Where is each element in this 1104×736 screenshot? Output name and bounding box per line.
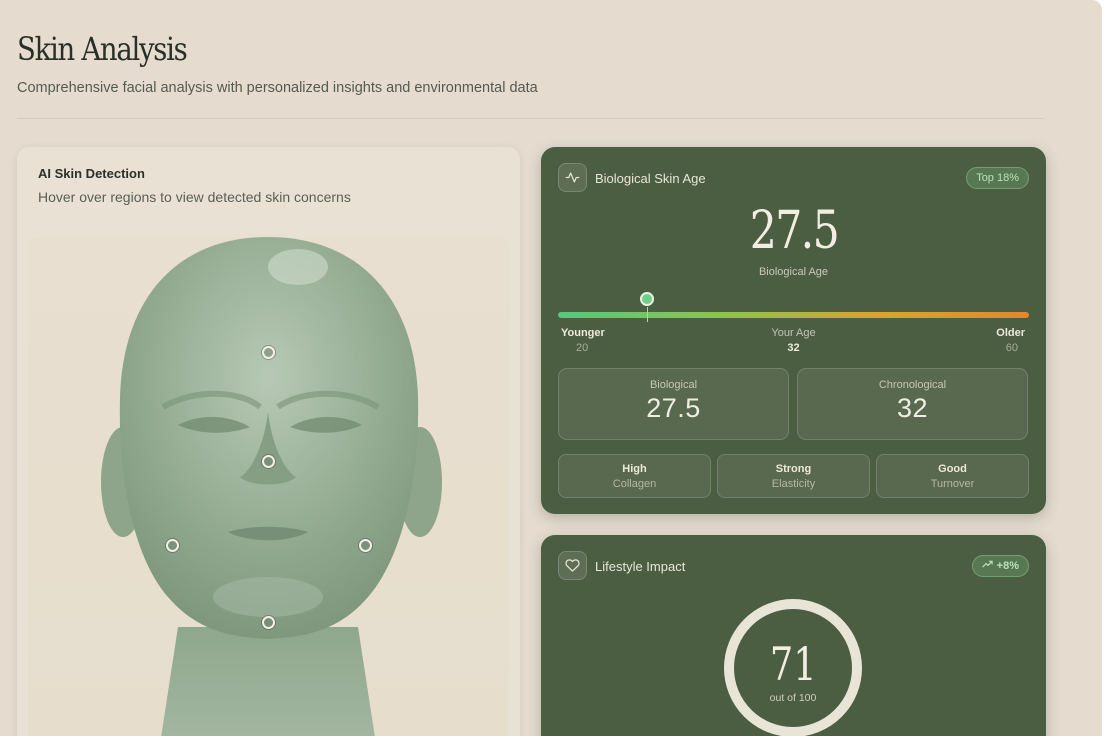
chip-sub: Elasticity bbox=[771, 478, 816, 490]
marker-nose[interactable] bbox=[262, 455, 275, 468]
trend-badge: +8% bbox=[971, 555, 1029, 577]
marker-chin[interactable] bbox=[262, 616, 275, 629]
chip-strong: Strong bbox=[775, 463, 812, 475]
detection-title: AI Skin Detection bbox=[38, 166, 145, 181]
trending-up-icon bbox=[982, 559, 993, 573]
detection-subtitle: Hover over regions to view detected skin… bbox=[38, 189, 351, 205]
face-model-image bbox=[101, 237, 442, 736]
chip-strong: High bbox=[622, 463, 647, 475]
percentile-badge-label: Top 18% bbox=[976, 172, 1019, 184]
age-scale-tick bbox=[647, 307, 649, 322]
scale-older-value: 60 bbox=[1005, 342, 1018, 354]
lifestyle-score-value: 71 bbox=[769, 637, 817, 691]
stat-label: Chronological bbox=[878, 379, 947, 391]
scale-older-label: Older bbox=[996, 327, 1025, 339]
biological-age-value: 27.5 bbox=[749, 201, 839, 261]
chip-sub: Collagen bbox=[612, 478, 657, 490]
activity-icon bbox=[558, 163, 587, 192]
chip-turnover: Good Turnover bbox=[876, 454, 1029, 498]
biological-age-card: Biological Skin Age Top 18% 27.5 Biologi… bbox=[541, 147, 1046, 514]
stat-value: 27.5 bbox=[646, 393, 701, 423]
chip-strong: Good bbox=[938, 463, 967, 475]
face-scan-area[interactable] bbox=[28, 237, 509, 736]
trend-badge-label: +8% bbox=[996, 560, 1019, 572]
chip-elasticity: Strong Elasticity bbox=[717, 454, 870, 498]
header-divider bbox=[17, 118, 1044, 119]
chip-sub: Turnover bbox=[930, 478, 975, 490]
scale-your-age-value: 32 bbox=[787, 342, 800, 354]
stat-label: Biological bbox=[649, 379, 698, 391]
lifestyle-impact-card: Lifestyle Impact +8% 71 out of 100 bbox=[541, 535, 1046, 736]
marker-right-cheek[interactable] bbox=[359, 539, 372, 552]
scale-your-age-label: Your Age bbox=[771, 327, 816, 339]
chip-collagen: High Collagen bbox=[558, 454, 711, 498]
page-title: Skin Analysis bbox=[17, 30, 188, 68]
biological-age-title: Biological Skin Age bbox=[595, 171, 706, 186]
skin-detection-card: AI Skin Detection Hover over regions to … bbox=[17, 147, 520, 736]
biological-age-label: Biological Age bbox=[758, 266, 829, 278]
lifestyle-score-sub: out of 100 bbox=[769, 692, 817, 704]
stat-chronological: Chronological 32 bbox=[797, 368, 1028, 440]
marker-forehead[interactable] bbox=[262, 346, 275, 359]
stat-value: 32 bbox=[896, 393, 929, 423]
percentile-badge: Top 18% bbox=[966, 167, 1029, 189]
heart-icon bbox=[558, 551, 587, 580]
marker-left-cheek[interactable] bbox=[166, 539, 179, 552]
lifestyle-title: Lifestyle Impact bbox=[595, 559, 686, 574]
page-subtitle: Comprehensive facial analysis with perso… bbox=[17, 80, 538, 96]
age-scale-knob[interactable] bbox=[640, 292, 655, 306]
stat-biological: Biological 27.5 bbox=[558, 368, 789, 440]
lifestyle-score-ring: 71 out of 100 bbox=[724, 599, 862, 736]
app-window: Skin Analysis Comprehensive facial analy… bbox=[0, 0, 1102, 736]
age-scale-bar bbox=[558, 312, 1029, 318]
